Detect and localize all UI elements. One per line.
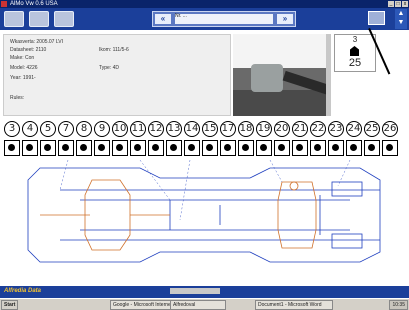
minimize-button[interactable]: _ [388,1,394,7]
info-line: Make: Con [10,55,35,61]
camera-icon[interactable] [368,11,385,25]
point-number[interactable]: 22 [310,121,326,137]
point-type-icon[interactable] [382,140,398,156]
point-type-icon[interactable] [310,140,326,156]
photo-scrollbar[interactable] [326,34,331,116]
prev-button[interactable]: « [155,14,171,24]
point-number[interactable]: 4 [22,121,38,137]
point-number[interactable]: 10 [112,121,128,137]
point-number[interactable]: 23 [328,121,344,137]
point-number[interactable]: 21 [292,121,308,137]
point-type-icon[interactable] [94,140,110,156]
point-icon [350,46,359,56]
point-number[interactable]: 19 [256,121,272,137]
point-number[interactable]: 8 [76,121,92,137]
point-number[interactable]: 24 [346,121,362,137]
chassis-diagram[interactable] [20,160,392,270]
info-line: Rules: [10,95,25,101]
point-counter: 3 25 [334,34,376,72]
car-icon[interactable] [29,11,49,27]
point-type-icon[interactable] [4,140,20,156]
point-type-icon[interactable] [292,140,308,156]
counter-bottom: 25 [348,57,362,69]
point-type-icon[interactable] [130,140,146,156]
window-title: AlMo Vw 0.6 USA [10,1,58,7]
point-type-icon[interactable] [40,140,56,156]
info-line: Datasheet: 2110 [10,47,47,53]
point-number[interactable]: 11 [130,121,146,137]
point-type-icon[interactable] [58,140,74,156]
window-titlebar: AlMo Vw 0.6 USA _ □ x [0,0,409,8]
maximize-button[interactable]: □ [395,1,401,7]
point-number[interactable]: 17 [220,121,236,137]
info-line: Ikom: 111/5-6 [99,47,129,53]
point-number[interactable]: 20 [274,121,290,137]
point-type-icon[interactable] [274,140,290,156]
info-line: Year: 1991- [10,75,36,81]
point-type-icon[interactable] [220,140,236,156]
nav-bar: « Nr. ... » [152,11,296,27]
point-number[interactable]: 14 [184,121,200,137]
point-type-icon[interactable] [112,140,128,156]
point-type-icon[interactable] [184,140,200,156]
point-number[interactable]: 3 [4,121,20,137]
point-type-icon[interactable] [364,140,380,156]
progress-slot [170,288,220,294]
point-number[interactable]: 18 [238,121,254,137]
point-type-icon[interactable] [238,140,254,156]
status-bar: Alfredia Data [0,286,409,298]
window-controls: _ □ x [388,1,408,7]
next-button[interactable]: » [277,14,293,24]
point-number[interactable]: 25 [364,121,380,137]
measurement-point-icons [4,140,408,160]
taskbar: Start Google - Microsoft Internet... Alf… [0,298,409,310]
subframe-outline [40,179,317,251]
point-type-icon[interactable] [76,140,92,156]
point-type-icon[interactable] [346,140,362,156]
toolbar-scroll[interactable]: ▲ ▼ [395,9,407,29]
point-number[interactable]: 15 [202,121,218,137]
close-button[interactable]: x [402,1,408,7]
vehicle-photo[interactable] [233,34,331,116]
point-number[interactable]: 13 [166,121,182,137]
point-type-icon[interactable] [166,140,182,156]
home-icon[interactable] [4,11,24,27]
app-icon [1,1,7,7]
measurement-point-numbers: 3 4 5 7 8 9 10 11 12 13 14 15 17 18 19 20 21 22 23 24 25 26 [4,121,408,139]
point-type-icon[interactable] [202,140,218,156]
nav-field[interactable]: Nr. ... [175,14,273,24]
point-number[interactable]: 7 [58,121,74,137]
info-line: Wkasverta: 2005.07 LVI [10,39,63,45]
point-number[interactable]: 5 [40,121,56,137]
book-icon[interactable] [54,11,74,27]
point-type-icon[interactable] [22,140,38,156]
point-number[interactable]: 12 [148,121,164,137]
point-type-icon[interactable] [256,140,272,156]
info-line: Model: 4226 [10,65,38,71]
point-number[interactable]: 26 [382,121,398,137]
info-line: Type: 4D [99,65,120,71]
counter-top: 3 [352,35,358,44]
point-type-icon[interactable] [328,140,344,156]
point-type-icon[interactable] [148,140,164,156]
brand-logo: Alfredia Data [4,288,42,294]
vehicle-info-panel: Wkasverta: 2005.07 LVI Datasheet: 2110 I… [3,34,231,116]
point-number[interactable]: 9 [94,121,110,137]
